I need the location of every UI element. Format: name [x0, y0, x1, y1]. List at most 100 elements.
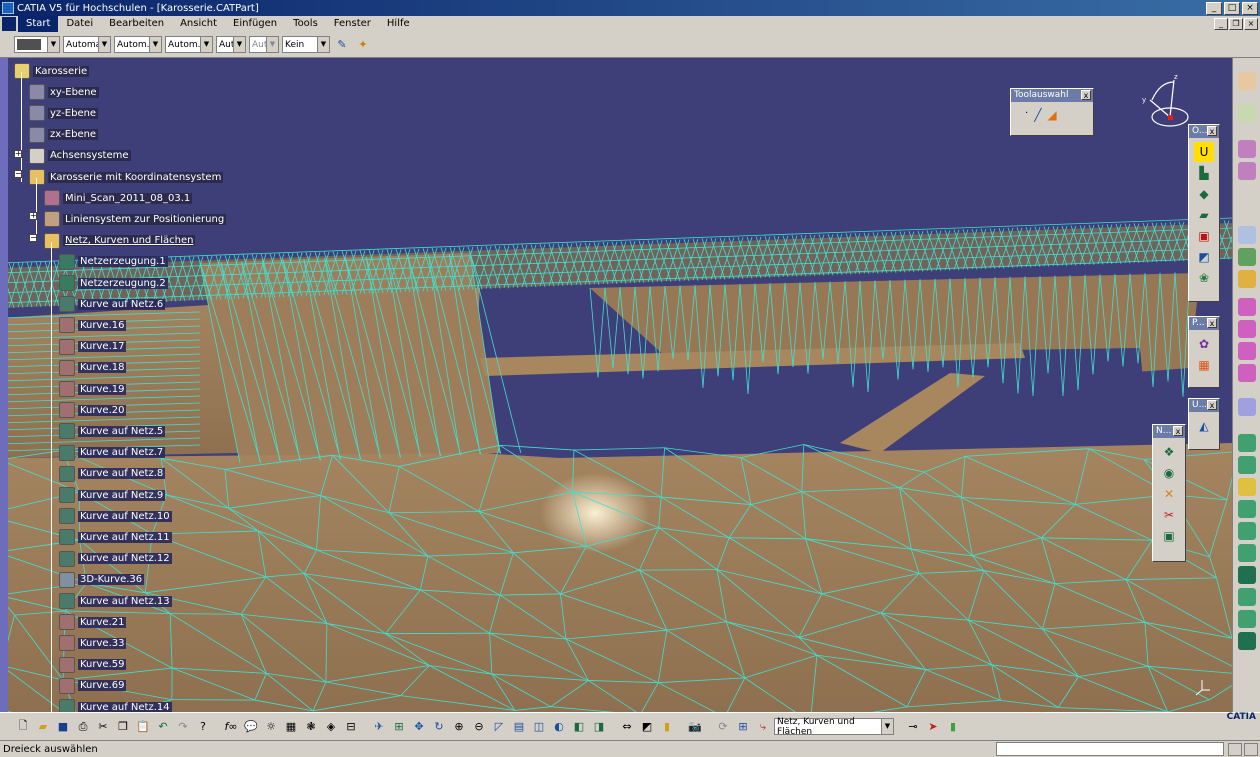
tree-item[interactable]: Liniensystem zur Positionierung [44, 210, 227, 228]
print-icon[interactable]: ⎙ [74, 718, 92, 736]
chevron-down-icon[interactable]: ▼ [47, 37, 59, 52]
chevron-down-icon[interactable]: ▼ [149, 37, 161, 52]
status-button-1[interactable] [1228, 742, 1242, 756]
tree-item[interactable]: Kurve.33 [59, 634, 127, 652]
tree-item[interactable]: Kurve auf Netz.10 [59, 507, 172, 525]
transparency-combo[interactable]: Automa ▼ [63, 36, 111, 53]
knowledge-icon[interactable]: ◈ [322, 718, 340, 736]
mesh-scene[interactable] [0, 58, 1232, 712]
normal-view-icon[interactable]: ◸ [490, 718, 508, 736]
spline-icon[interactable] [1238, 398, 1256, 416]
tree-item[interactable]: Kurve auf Netz.11 [59, 528, 172, 546]
doc-restore-button[interactable]: ❐ [1229, 18, 1243, 30]
curve-on-mesh-icon[interactable]: ✿ [1194, 334, 1214, 354]
zoom-out-icon[interactable]: ⊖ [470, 718, 488, 736]
hide-show-icon[interactable]: ◧ [570, 718, 588, 736]
comment-icon[interactable]: 💬 [242, 718, 260, 736]
document-icon[interactable] [2, 17, 16, 31]
formula-icon[interactable]: f∞ [222, 718, 240, 736]
menu-bearbeiten[interactable]: Bearbeiten [101, 16, 172, 32]
curve-create-icon[interactable] [1238, 298, 1256, 316]
chevron-down-icon[interactable]: ▼ [98, 37, 110, 52]
color-combo[interactable]: ▼ [14, 36, 60, 53]
chevron-down-icon[interactable]: ▼ [233, 37, 245, 52]
tree-item[interactable]: Kurve.69 [59, 677, 127, 695]
format-painter-icon[interactable]: ✎ [333, 36, 351, 54]
menu-einfuegen[interactable]: Einfügen [225, 16, 285, 32]
open-folder-icon[interactable]: ▰ [34, 718, 52, 736]
doc-close-button[interactable]: × [1244, 18, 1258, 30]
update-icon[interactable]: ⟳ [714, 718, 732, 736]
paste-icon[interactable]: 📋 [134, 718, 152, 736]
compass-icon[interactable]: z y [1140, 72, 1200, 132]
tree-item[interactable]: Kurve auf Netz.14 [59, 698, 172, 712]
tree-item[interactable]: Kurve auf Netz.6 [59, 295, 166, 313]
mesh-region-icon[interactable]: ◉ [1159, 463, 1179, 483]
help-icon[interactable]: ? [194, 718, 212, 736]
palette-close-button[interactable]: x [1173, 426, 1183, 436]
define-work-object-icon[interactable]: ⊞ [734, 718, 752, 736]
new-file-icon[interactable]: 🗋 [14, 718, 32, 736]
apply-material-icon[interactable]: ▮ [658, 718, 676, 736]
tree-item[interactable]: Kurve.20 [59, 401, 127, 419]
tree-item[interactable]: Kurve auf Netz.12 [59, 550, 172, 568]
tree-item[interactable]: Netzerzeugung.1 [59, 253, 168, 271]
light-icon[interactable]: ☼ [262, 718, 280, 736]
color-map-icon[interactable]: ▦ [1194, 355, 1214, 375]
wire-icon[interactable] [1238, 270, 1256, 288]
surface-icon[interactable] [1238, 248, 1256, 266]
tree-item[interactable]: Netz, Kurven und Flächen [44, 232, 196, 250]
tree-item[interactable]: Achsensysteme [29, 147, 131, 165]
menu-datei[interactable]: Datei [58, 16, 101, 32]
cut-icon[interactable]: ✂ [94, 718, 112, 736]
maximize-button[interactable]: □ [1224, 1, 1240, 15]
command-input[interactable] [996, 742, 1224, 756]
graphic-properties-icon[interactable]: ✦ [354, 36, 372, 54]
decimate-icon[interactable]: ❀ [1194, 268, 1214, 288]
curve-edit-icon[interactable] [1238, 320, 1256, 338]
chevron-down-icon[interactable]: ▼ [317, 37, 329, 52]
select-point-icon[interactable]: · [1025, 108, 1028, 122]
analysis-icon[interactable]: ◭ [1194, 416, 1214, 436]
projection-palette[interactable]: P... x ✿ ▦ [1188, 316, 1220, 388]
transform-icon[interactable] [1238, 632, 1256, 650]
3d-viewport[interactable]: Karosserie xy-Ebene yz-Ebene zx-Ebene Achsen… [0, 58, 1232, 712]
undo-icon[interactable]: ↶ [154, 718, 172, 736]
add-mesh-icon[interactable]: ❖ [1159, 442, 1179, 462]
sketch-curve-icon[interactable] [1238, 226, 1256, 244]
tree-item[interactable]: xy-Ebene [29, 83, 99, 101]
tree-item[interactable]: yz-Ebene [29, 104, 99, 122]
utility-palette[interactable]: U... x ◭ [1188, 398, 1220, 450]
curve-trim-icon[interactable] [1238, 342, 1256, 360]
catalog-icon[interactable]: ❃ [302, 718, 320, 736]
curve-join-icon[interactable] [1238, 364, 1256, 382]
tree-item[interactable]: Kurve.59 [59, 656, 127, 674]
tree-item[interactable]: Kurve auf Netz.5 [59, 422, 166, 440]
remove-icon[interactable]: ✕ [1159, 484, 1179, 504]
tree-item[interactable]: Kurve.19 [59, 380, 127, 398]
collapse-icon[interactable]: − [29, 234, 37, 242]
layer-combo[interactable]: Kein ▼ [282, 36, 330, 53]
status-button-2[interactable] [1244, 742, 1258, 756]
magnet-icon[interactable]: U [1194, 142, 1214, 162]
tree-item[interactable]: Karosserie [14, 62, 90, 80]
chevron-down-icon[interactable]: ▼ [200, 37, 212, 52]
workbench-icon[interactable] [1238, 72, 1256, 90]
mesh-box-icon[interactable]: ▣ [1159, 526, 1179, 546]
table-icon[interactable]: ▦ [282, 718, 300, 736]
close-button[interactable]: × [1242, 1, 1258, 15]
geometric-set-icon[interactable]: ⤷ [754, 718, 772, 736]
mesh-cut-icon[interactable]: ✂ [1159, 505, 1179, 525]
rotate-icon[interactable]: ↻ [430, 718, 448, 736]
tree-item[interactable]: Kurve.18 [59, 359, 127, 377]
save-icon[interactable]: ■ [54, 718, 72, 736]
iso-view-icon[interactable]: ◫ [530, 718, 548, 736]
select-triangle-icon[interactable]: ◢ [1047, 108, 1056, 122]
expand-icon[interactable]: + [29, 212, 37, 220]
dimension-icon[interactable]: ⇔ [618, 718, 636, 736]
pan-icon[interactable]: ✥ [410, 718, 428, 736]
palette-close-button[interactable]: x [1081, 90, 1091, 100]
fill-holes-icon[interactable]: ◆ [1194, 184, 1214, 204]
swap-visible-icon[interactable]: ◨ [590, 718, 608, 736]
catia-app-icon[interactable] [2, 2, 14, 14]
